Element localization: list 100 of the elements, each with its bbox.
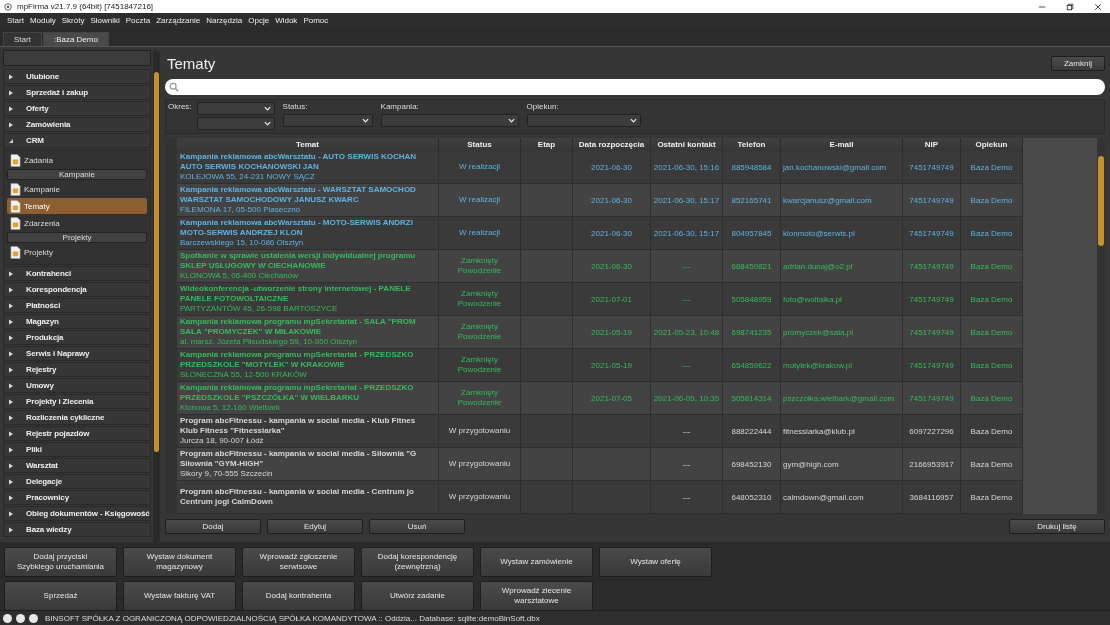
sidebar-group[interactable]: Projekty i Zlecenia	[3, 394, 151, 409]
sidebar-item[interactable]: Kampanie	[7, 181, 147, 197]
topic-title: Kampania reklamowa abcWarsztatu - AUTO SERWIS KOCHAN	[180, 152, 417, 162]
sidebar-item[interactable]: Tematy	[7, 198, 147, 214]
status-text: W przygotowaniu	[448, 492, 511, 502]
sidebar-group[interactable]: Obieg dokumentów - Księgowość	[3, 506, 151, 521]
sidebar-group[interactable]: Umowy	[3, 378, 151, 393]
status-text: W przygotowaniu	[448, 426, 511, 436]
menu-item[interactable]: Zarządzanie	[153, 15, 204, 25]
client-name: PANELE FOTOWOLTAICZNE	[180, 294, 289, 304]
quick-button[interactable]: Dodaj korespondencję (zewnętrzną)	[361, 547, 474, 577]
sidebar-group[interactable]: Warsztat	[3, 458, 151, 473]
menu-item[interactable]: Skróty	[58, 15, 88, 25]
sidebar-group[interactable]: Baza wiedzy	[3, 522, 151, 537]
menu-item[interactable]: Opcje	[245, 15, 273, 25]
menu-item[interactable]: Słowniki	[87, 15, 123, 25]
action-button[interactable]: Edytuj	[267, 519, 363, 534]
quick-button[interactable]: Wystaw dokument magazynowy	[123, 547, 236, 577]
quick-button[interactable]: Dodaj kontrahenta	[242, 581, 355, 611]
dropdown[interactable]	[196, 117, 275, 130]
client-name: MOTO-SERWIS ANDRZEJ KLON	[180, 228, 303, 238]
print-button[interactable]: Drukuj listę	[1009, 519, 1105, 534]
quick-button[interactable]: Wprowadź zlecenie warsztatowe	[480, 581, 593, 611]
sidebar-group[interactable]: Produkcja	[3, 330, 151, 345]
sidebar-group[interactable]: Pliki	[3, 442, 151, 457]
dropdown[interactable]	[526, 114, 641, 127]
sidebar-group[interactable]: Magazyn	[3, 314, 151, 329]
dropdown[interactable]	[380, 114, 519, 127]
action-button[interactable]: Dodaj	[165, 519, 261, 534]
sidebar-group[interactable]: Płatności	[3, 298, 151, 313]
menu-item[interactable]: Pomoc	[300, 15, 332, 25]
sidebar-group[interactable]: Zamówienia	[3, 117, 151, 132]
sidebar-group[interactable]: Rejestr pojazdów	[3, 426, 151, 441]
quick-button[interactable]: Wystaw zamówienie	[480, 547, 593, 577]
client-name: Siłownia "GYM-HIGH"	[180, 459, 264, 469]
status-text: W realizacji	[459, 162, 500, 172]
sidebar-group[interactable]: Oferty	[3, 101, 151, 116]
topic-title: Kampania reklamowa programu mpSekretariat - SALA "PROM	[180, 317, 416, 327]
last-contact-text: ---	[682, 459, 691, 469]
expand-arrow-icon	[8, 270, 14, 277]
quick-button[interactable]: Wystaw ofertę	[599, 547, 712, 577]
scrollbar[interactable]	[153, 50, 160, 542]
search-field[interactable]	[165, 79, 1105, 95]
sidebar-search-field[interactable]	[3, 50, 151, 66]
sidebar-group[interactable]: Rozliczenia cykliczne	[3, 410, 151, 425]
filter-label: Kampania:	[380, 102, 419, 111]
expand-arrow-icon	[8, 366, 14, 373]
email-text: promyczek@sala.pl	[783, 327, 853, 337]
menu-item[interactable]: Widok	[272, 15, 301, 25]
action-button[interactable]: Usuń	[369, 519, 465, 534]
sidebar-group[interactable]: Kontrahenci	[3, 266, 151, 281]
last-contact-text: 2021-06-30, 15:17	[653, 228, 720, 238]
status-dot-icon	[29, 613, 38, 623]
quick-button[interactable]: Utwórz zadanie	[361, 581, 474, 611]
status-text: Zamknięty Powodzenie	[457, 388, 502, 408]
expand-arrow-icon	[8, 462, 14, 469]
sidebar-group[interactable]: Sprzedaż i zakup	[3, 85, 151, 100]
client-name: AUTO SERWIS KOCHANOWSKI JAN	[180, 162, 319, 172]
quick-button[interactable]: Wystaw fakturę VAT	[123, 581, 236, 611]
tab[interactable]: Start	[3, 32, 42, 46]
menu-item[interactable]: Poczta	[122, 15, 154, 25]
document-icon	[10, 245, 21, 259]
status-dot-icon	[16, 613, 25, 623]
quick-button[interactable]: Wprowadź zgłoszenie serwisowe	[242, 547, 355, 577]
nip-text: 7451749749	[909, 393, 954, 403]
quick-button[interactable]: Dodaj przyciski Szybkiego uruchamiania	[4, 547, 117, 577]
sidebar-item[interactable]: Zdarzenia	[7, 215, 147, 231]
sidebar-group[interactable]: Korespondencja	[3, 282, 151, 297]
email-text: kwarcjanusz@gmail.com	[783, 195, 872, 205]
nip-text: 7451749749	[909, 360, 954, 370]
menu-item[interactable]: Start	[4, 15, 27, 25]
owner-text: Baza Demo	[970, 426, 1013, 436]
sidebar-group[interactable]: Rejestry	[3, 362, 151, 377]
quick-button[interactable]: Sprzedaż	[4, 581, 117, 611]
sidebar-group[interactable]: Delegacje	[3, 474, 151, 489]
sidebar-group[interactable]: Ulubione	[3, 69, 151, 84]
sidebar-group[interactable]: Pracownicy	[3, 490, 151, 505]
sidebar-group[interactable]: CRM	[3, 133, 151, 148]
sidebar-item[interactable]: Projekty	[7, 244, 147, 260]
sidebar-item[interactable]: Zadania	[7, 152, 147, 168]
close-icon[interactable]	[1094, 2, 1102, 11]
client-address: KLONOWA 5, 06-400 Ciechanów	[180, 271, 298, 281]
owner-text: Baza Demo	[970, 261, 1013, 271]
nip-text: 7451749749	[909, 162, 954, 172]
menu-item[interactable]: Moduły	[26, 15, 59, 25]
tab[interactable]: :Baza Demo	[42, 32, 109, 46]
restore-icon[interactable]	[1066, 2, 1074, 11]
owner-text: Baza Demo	[970, 393, 1013, 403]
menu-item[interactable]: Narzędzia	[203, 15, 246, 25]
status-text: Zamknięty Powodzenie	[457, 289, 502, 309]
expand-arrow-icon	[8, 137, 14, 144]
owner-text: Baza Demo	[970, 327, 1013, 337]
sidebar-group[interactable]: Serwis i Naprawy	[3, 346, 151, 361]
nip-text: 2166953917	[909, 459, 954, 469]
close-button[interactable]: Zamknij	[1051, 55, 1105, 71]
dropdown[interactable]	[282, 114, 373, 127]
phone-text: 885948584	[731, 162, 772, 172]
phone-text: 505848959	[731, 294, 772, 304]
dropdown[interactable]	[196, 102, 275, 115]
email-text: adrian.dunaj@o2.pl	[783, 261, 853, 271]
